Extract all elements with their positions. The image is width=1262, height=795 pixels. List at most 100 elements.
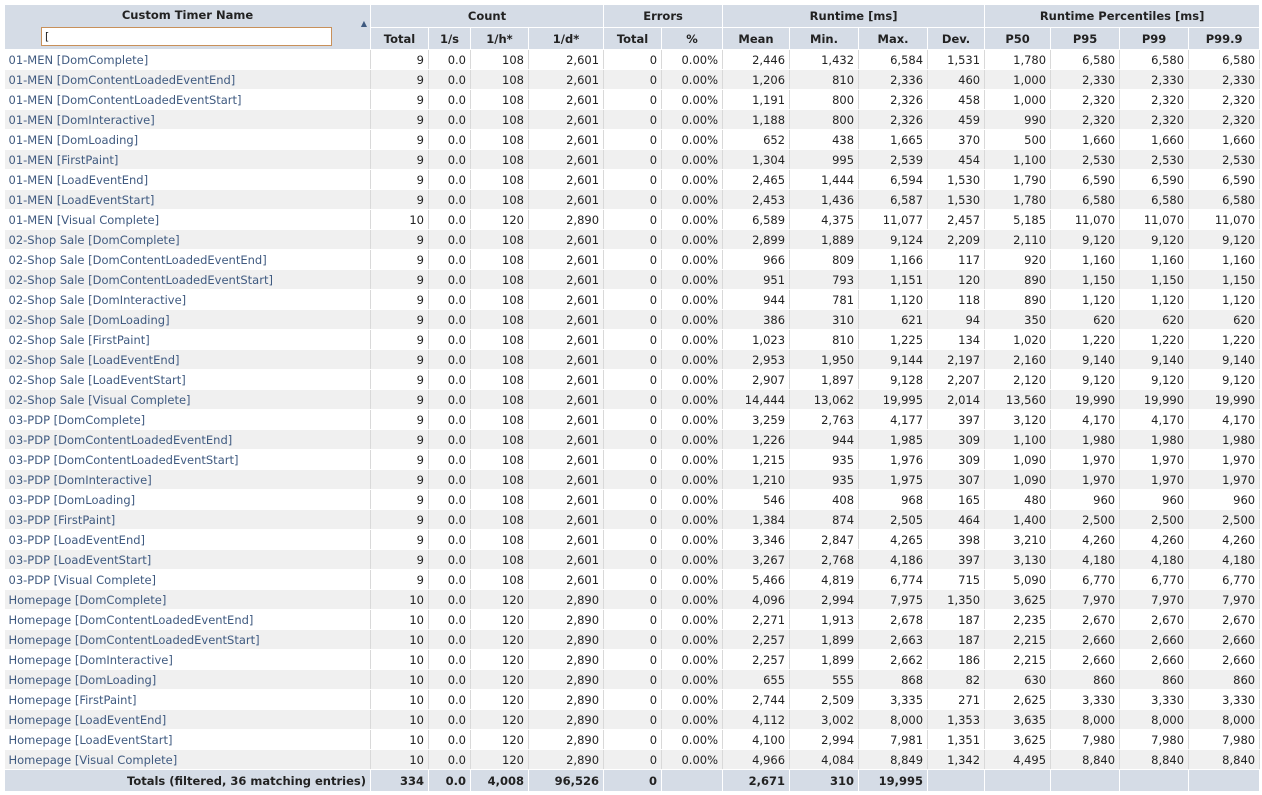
count-per-day-cell: 2,601 — [528, 109, 605, 130]
count-per-hour-cell: 120 — [470, 209, 529, 230]
runtime-dev-cell: 370 — [927, 129, 986, 150]
count-per-hour-cell: 108 — [470, 109, 529, 130]
column-header-count-per-hour[interactable]: 1/h* — [470, 27, 529, 50]
runtime-dev-cell: 2,209 — [927, 229, 986, 250]
table-row[interactable]: Homepage [DomContentLoadedEventEnd] 10 0.0… — [4, 609, 1261, 630]
total-p95 — [1050, 769, 1121, 792]
errors-total-cell: 0 — [603, 429, 663, 450]
total-count-total: 334 — [370, 769, 429, 792]
table-row[interactable]: 03-PDP [FirstPaint] 9 0.0 108 2,601 0 0.00% 1,3… — [4, 509, 1261, 530]
p50-cell: 5,090 — [984, 569, 1052, 590]
p99-9-cell: 2,500 — [1188, 509, 1261, 530]
timer-name-cell: 02-Shop Sale [LoadEventStart] — [4, 369, 371, 390]
table-row[interactable]: 03-PDP [Visual Complete] 9 0.0 108 2,601 0 0.0… — [4, 569, 1261, 590]
table-row[interactable]: Homepage [DomLoading] 10 0.0 120 2,890 0 0.00%… — [4, 669, 1261, 690]
count-per-day-cell: 2,601 — [528, 89, 605, 110]
column-header-runtime-mean[interactable]: Mean — [722, 27, 791, 50]
p95-cell: 9,120 — [1050, 229, 1121, 250]
table-row[interactable]: 01-MEN [FirstPaint] 9 0.0 108 2,601 0 0.00% 1,3… — [4, 149, 1261, 170]
count-per-day-cell: 2,601 — [528, 329, 605, 350]
table-row[interactable]: Homepage [Visual Complete] 10 0.0 120 2,890 0… — [4, 749, 1261, 770]
column-header-p99-9[interactable]: P99.9 — [1188, 27, 1261, 50]
column-header-errors-total[interactable]: Total — [603, 27, 663, 50]
count-per-day-cell: 2,601 — [528, 249, 605, 270]
runtime-max-cell: 7,981 — [858, 729, 929, 750]
runtime-max-cell: 1,665 — [858, 129, 929, 150]
runtime-min-cell: 4,084 — [789, 749, 860, 770]
p50-cell: 3,120 — [984, 409, 1052, 430]
table-row[interactable]: 03-PDP [DomContentLoadedEventStart] 9 0.0 1… — [4, 449, 1261, 470]
table-row[interactable]: 02-Shop Sale [LoadEventStart] 9 0.0 108 2,60… — [4, 369, 1261, 390]
table-row[interactable]: 03-PDP [DomContentLoadedEventEnd] 9 0.0 108… — [4, 429, 1261, 450]
table-row[interactable]: 01-MEN [DomContentLoadedEventStart] 9 0.0 1… — [4, 89, 1261, 110]
runtime-dev-cell: 1,351 — [927, 729, 986, 750]
p99-cell: 2,530 — [1119, 149, 1190, 170]
table-row[interactable]: Homepage [LoadEventStart] 10 0.0 120 2,890 0 0… — [4, 729, 1261, 750]
count-per-second-cell: 0.0 — [428, 209, 471, 230]
column-header-p50[interactable]: P50 — [984, 27, 1052, 50]
column-header-runtime-min[interactable]: Min. — [789, 27, 860, 50]
table-row[interactable]: Homepage [FirstPaint] 10 0.0 120 2,890 0 0.00%… — [4, 689, 1261, 710]
table-row[interactable]: 01-MEN [LoadEventEnd] 9 0.0 108 2,601 0 0.00% 2… — [4, 169, 1261, 190]
runtime-mean-cell: 2,953 — [722, 349, 791, 370]
table-row[interactable]: 01-MEN [DomLoading] 9 0.0 108 2,601 0 0.00% 652… — [4, 129, 1261, 150]
table-row[interactable]: 02-Shop Sale [DomInteractive] 9 0.0 108 2,60… — [4, 289, 1261, 310]
count-total-cell: 9 — [370, 89, 429, 110]
table-row[interactable]: 03-PDP [DomComplete] 9 0.0 108 2,601 0 0.00% 3,… — [4, 409, 1261, 430]
table-row[interactable]: 01-MEN [DomInteractive] 9 0.0 108 2,601 0 0.00… — [4, 109, 1261, 130]
p99-9-cell: 19,990 — [1188, 389, 1261, 410]
table-row[interactable]: 01-MEN [DomComplete] 9 0.0 108 2,601 0 0.00% 2,… — [4, 49, 1261, 70]
table-row[interactable]: Homepage [DomComplete] 10 0.0 120 2,890 0 0.00… — [4, 589, 1261, 610]
column-header-runtime-dev[interactable]: Dev. — [927, 27, 986, 50]
column-header-count-total[interactable]: Total — [370, 27, 429, 50]
column-header-count-per-day[interactable]: 1/d* — [527, 27, 605, 50]
table-row[interactable]: 01-MEN [LoadEventStart] 9 0.0 108 2,601 0 0.00… — [4, 189, 1261, 210]
runtime-max-cell: 1,975 — [858, 469, 929, 490]
runtime-mean-cell: 4,112 — [722, 709, 791, 730]
column-header-errors-percent[interactable]: % — [661, 27, 724, 50]
p99-cell: 9,120 — [1119, 369, 1190, 390]
errors-percent-cell: 0.00% — [661, 389, 724, 410]
sort-ascending-icon[interactable]: ▲ — [361, 19, 367, 28]
count-per-hour-cell: 108 — [470, 449, 529, 470]
p50-cell: 1,780 — [984, 49, 1052, 70]
errors-total-cell: 0 — [603, 649, 663, 670]
table-row[interactable]: Homepage [DomInteractive] 10 0.0 120 2,890 0 0… — [4, 649, 1261, 670]
column-header-p95[interactable]: P95 — [1050, 27, 1121, 50]
table-row[interactable]: 02-Shop Sale [DomLoading] 9 0.0 108 2,601 0 0.… — [4, 309, 1261, 330]
table-row[interactable]: Homepage [LoadEventEnd] 10 0.0 120 2,890 0 0.0… — [4, 709, 1261, 730]
runtime-dev-cell: 397 — [927, 549, 986, 570]
count-per-second-cell: 0.0 — [428, 469, 471, 490]
column-header-count-per-second[interactable]: 1/s — [428, 27, 471, 50]
table-row[interactable]: 01-MEN [Visual Complete] 10 0.0 120 2,890 0 0.… — [4, 209, 1261, 230]
table-row[interactable]: 02-Shop Sale [Visual Complete] 9 0.0 108 2,6… — [4, 389, 1261, 410]
count-per-hour-cell: 120 — [470, 609, 529, 630]
errors-total-cell: 0 — [603, 109, 663, 130]
count-per-day-cell: 2,890 — [528, 669, 605, 690]
p50-cell: 13,560 — [984, 389, 1052, 410]
table-row[interactable]: 03-PDP [LoadEventStart] 9 0.0 108 2,601 0 0.00… — [4, 549, 1261, 570]
count-per-second-cell: 0.0 — [428, 649, 471, 670]
column-header-runtime-max[interactable]: Max. — [858, 27, 929, 50]
table-row[interactable]: Homepage [DomContentLoadedEventStart] 10 0… — [4, 629, 1261, 650]
p99-cell: 9,120 — [1119, 229, 1190, 250]
table-row[interactable]: 03-PDP [LoadEventEnd] 9 0.0 108 2,601 0 0.00% 3… — [4, 529, 1261, 550]
table-row[interactable]: 01-MEN [DomContentLoadedEventEnd] 9 0.0 108… — [4, 69, 1261, 90]
p99-9-cell: 6,590 — [1188, 169, 1261, 190]
table-row[interactable]: 03-PDP [DomLoading] 9 0.0 108 2,601 0 0.00% 546… — [4, 489, 1261, 510]
column-header-p99[interactable]: P99 — [1119, 27, 1190, 50]
table-row[interactable]: 02-Shop Sale [LoadEventEnd] 9 0.0 108 2,601 0… — [4, 349, 1261, 370]
count-per-day-cell: 2,601 — [528, 309, 605, 330]
table-row[interactable]: 02-Shop Sale [FirstPaint] 9 0.0 108 2,601 0 0.… — [4, 329, 1261, 350]
table-row[interactable]: 02-Shop Sale [DomContentLoadedEventEnd] 9… — [4, 249, 1261, 270]
table-row[interactable]: 02-Shop Sale [DomComplete] 9 0.0 108 2,601 0 0… — [4, 229, 1261, 250]
runtime-mean-cell: 2,257 — [722, 629, 791, 650]
column-header-timer-name[interactable]: Custom Timer Name ▲ — [4, 4, 371, 50]
table-row[interactable]: 03-PDP [DomInteractive] 9 0.0 108 2,601 0 0.00… — [4, 469, 1261, 490]
runtime-mean-cell: 1,215 — [722, 449, 791, 470]
p99-9-cell: 9,120 — [1188, 229, 1261, 250]
timer-name-filter-input[interactable] — [41, 27, 332, 46]
errors-percent-cell: 0.00% — [661, 69, 724, 90]
table-row[interactable]: 02-Shop Sale [DomContentLoadedEventStart… — [4, 269, 1261, 290]
p50-cell: 3,635 — [984, 709, 1052, 730]
